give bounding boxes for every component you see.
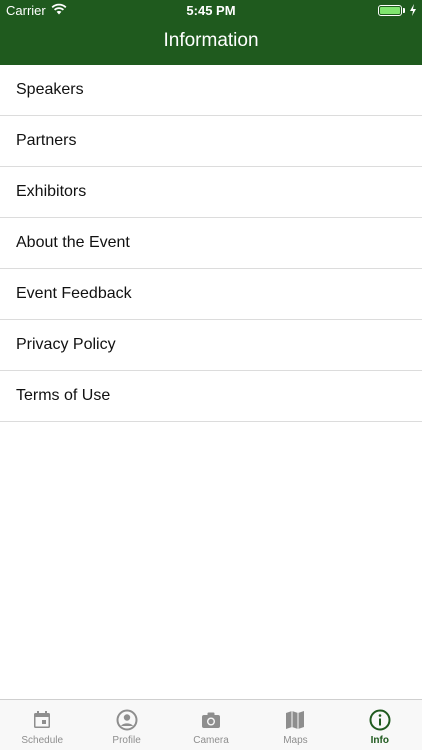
menu-item-exhibitors[interactable]: Exhibitors [0,167,422,218]
page-title: Information [163,30,259,51]
tab-profile[interactable]: Profile [84,700,168,750]
menu-item-about-event[interactable]: About the Event [0,218,422,269]
charging-bolt-icon [410,4,416,16]
calendar-icon [34,711,51,728]
map-icon [286,711,305,729]
tab-profile-label: Profile [112,735,141,746]
tab-schedule-label: Schedule [21,735,64,746]
tab-info-label: Info [370,735,389,746]
clock-time: 5:45 PM [186,3,236,18]
tab-camera[interactable]: Camera [169,700,253,750]
tab-schedule[interactable]: Schedule [0,700,84,750]
menu-item-speakers[interactable]: Speakers [0,65,422,116]
info-icon [369,709,391,731]
tab-info[interactable]: Info [338,700,422,750]
menu-item-privacy-policy[interactable]: Privacy Policy [0,320,422,371]
battery-cap [403,8,405,13]
status-bar: Carrier 5:45 PM [0,0,422,22]
menu-item-terms-of-use[interactable]: Terms of Use [0,371,422,422]
info-menu-list: Speakers Partners Exhibitors About the E… [0,65,422,422]
tab-camera-label: Camera [193,735,229,746]
battery-icon [378,5,402,16]
camera-icon [202,712,221,728]
tab-maps[interactable]: Maps [253,700,337,750]
menu-item-partners[interactable]: Partners [0,116,422,167]
tab-bar: Schedule Profile Camera Maps Info [0,699,422,750]
user-icon [116,709,138,731]
nav-header: Carrier 5:45 PM Information [0,0,422,65]
menu-item-event-feedback[interactable]: Event Feedback [0,269,422,320]
tab-maps-label: Maps [283,735,308,746]
